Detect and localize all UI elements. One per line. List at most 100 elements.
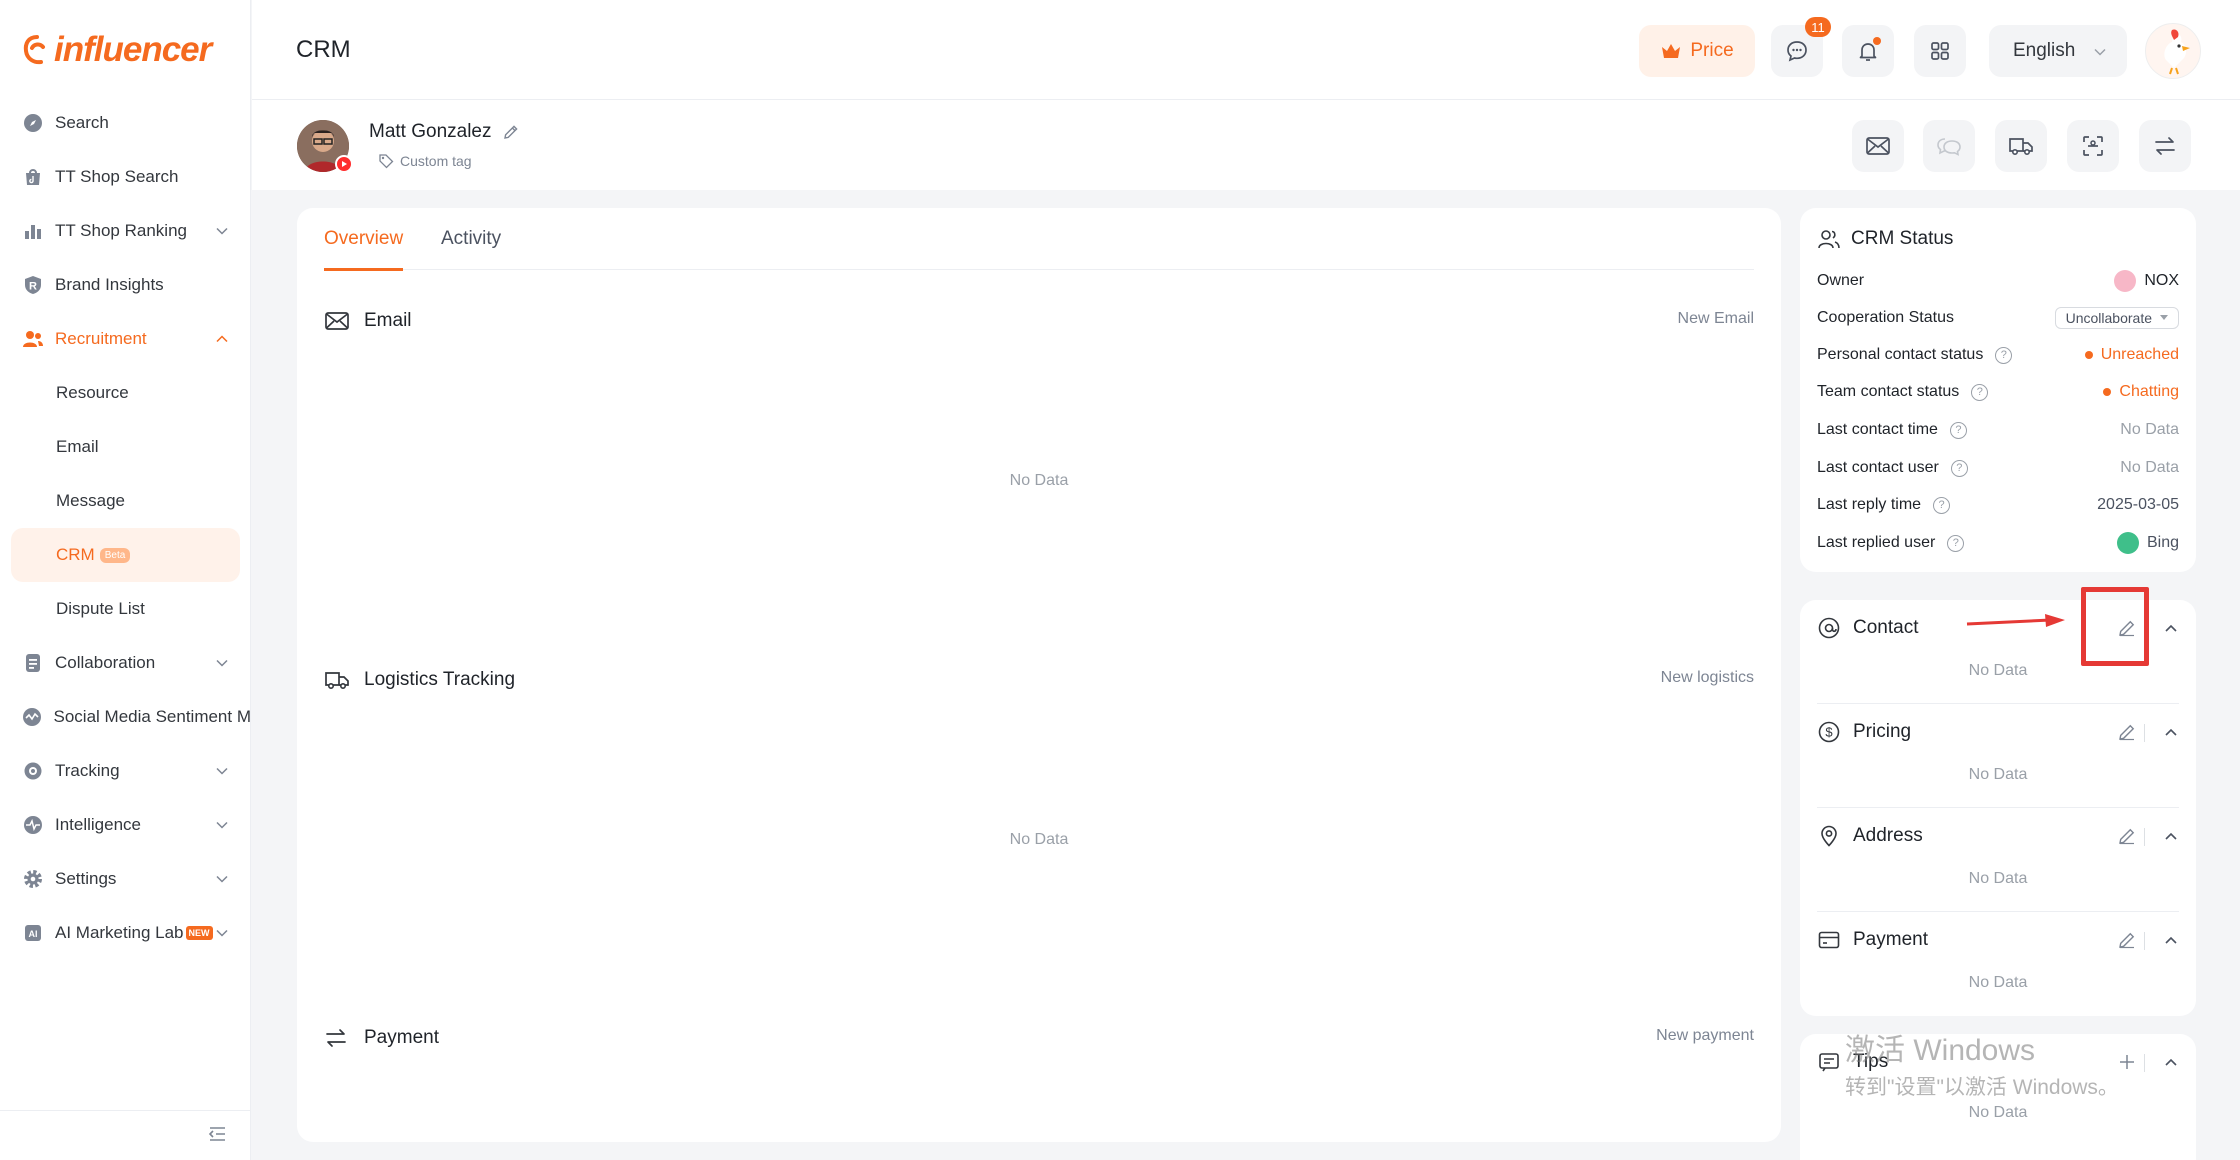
sidebar-item-tt-shop-search[interactable]: TT Shop Search: [0, 150, 251, 204]
section-title: Pricing: [1853, 721, 1912, 742]
owner-avatar: [2114, 270, 2137, 292]
sidebar-item-tracking[interactable]: Tracking: [0, 744, 251, 798]
replied-user-name: Bing: [2146, 534, 2179, 551]
svg-text:R: R: [29, 281, 37, 293]
sidebar-item-label: TT Shop Search: [55, 167, 179, 186]
sidebar-item-label: Settings: [55, 869, 117, 888]
annotation-arrow-icon: [1966, 614, 2065, 627]
edit-pencil-icon: [2119, 724, 2135, 741]
edit-payment-button[interactable]: [2117, 930, 2137, 950]
new-email-link[interactable]: New Email: [1678, 310, 1754, 328]
status-text: Chatting: [2119, 383, 2179, 400]
edit-pricing-button[interactable]: [2117, 722, 2137, 742]
swap-arrows-icon: [324, 1025, 350, 1051]
row-label: Owner: [1817, 272, 1865, 289]
collapse-payment-button[interactable]: [2163, 932, 2179, 948]
crm-status-title-text: CRM Status: [1851, 228, 1954, 249]
collapse-tips-button[interactable]: [2163, 1054, 2179, 1070]
sidebar-divider: [0, 1110, 251, 1111]
new-payment-link[interactable]: New payment: [1656, 1027, 1754, 1045]
collapse-address-button[interactable]: [2163, 828, 2179, 844]
sidebar-item-dispute-list[interactable]: Dispute List: [0, 582, 251, 636]
mail-icon: [1866, 137, 1890, 155]
chevron-up-icon: [2165, 1058, 2177, 1066]
mail-icon: [324, 308, 350, 334]
sidebar-item-settings[interactable]: Settings: [0, 852, 251, 906]
transfer-button[interactable]: [2139, 120, 2191, 172]
chevron-up-icon: [2165, 728, 2177, 736]
last-replied-user-value: Bing: [2116, 532, 2179, 554]
divider: [2144, 724, 2145, 742]
chevron-up-icon: [2165, 624, 2177, 632]
help-icon[interactable]: ?: [1950, 459, 1968, 477]
send-message-button[interactable]: [1923, 120, 1975, 172]
section-title: Logistics Tracking: [364, 669, 516, 690]
sidebar-item-collaboration[interactable]: Collaboration: [0, 636, 251, 690]
help-icon[interactable]: ?: [1995, 346, 2013, 364]
section-title: Email: [364, 310, 412, 331]
sidebar-item-label: Email: [56, 437, 99, 456]
notifications-button[interactable]: [1842, 25, 1894, 77]
sidebar-item-label: CRM: [56, 545, 95, 564]
status-row-cooperation: Cooperation Status Uncollaborate: [1817, 304, 2179, 332]
last-contact-time-value: No Data: [2120, 421, 2179, 438]
beta-badge: Beta: [99, 547, 131, 563]
edit-pencil-icon: [2119, 828, 2135, 845]
chevron-up-icon: [2165, 832, 2177, 840]
cooperation-status-select[interactable]: Uncollaborate: [2054, 307, 2179, 329]
logo-swirl-icon: [23, 35, 45, 65]
team-contact-value: Chatting: [2103, 383, 2179, 401]
top-bar: CRM Price 11 English: [252, 0, 2240, 100]
sidebar-item-label: Resource: [56, 383, 129, 402]
sidebar-item-resource[interactable]: Resource: [0, 366, 251, 420]
status-row-last-contact-user: Last contact user ? No Data: [1817, 454, 2179, 482]
status-row-last-reply-time: Last reply time ? 2025-03-05: [1817, 491, 2179, 519]
tab-overview[interactable]: Overview: [324, 228, 404, 271]
sidebar-item-ai-marketing-lab[interactable]: AI AI Marketing Lab NEW: [0, 906, 251, 960]
sidebar-item-intelligence[interactable]: Intelligence: [0, 798, 251, 852]
scan-button[interactable]: [2067, 120, 2119, 172]
messages-button[interactable]: 11: [1771, 17, 1831, 77]
send-email-button[interactable]: [1852, 120, 1904, 172]
language-select[interactable]: English: [1989, 25, 2127, 77]
sidebar-item-brand-insights[interactable]: R Brand Insights: [0, 258, 251, 312]
custom-tag-button[interactable]: Custom tag: [378, 153, 472, 169]
apps-button[interactable]: [1914, 25, 1966, 77]
help-icon[interactable]: ?: [1971, 383, 1989, 401]
tag-icon: [379, 154, 394, 169]
edit-address-button[interactable]: [2117, 826, 2137, 846]
payment-info-section: Payment No Data: [1817, 912, 2179, 1016]
sidebar-item-email[interactable]: Email: [0, 420, 251, 474]
collapse-contact-button[interactable]: [2163, 620, 2179, 636]
collapse-sidebar-button[interactable]: [206, 1124, 228, 1144]
user-avatar[interactable]: [2145, 23, 2201, 79]
add-tip-button[interactable]: [2117, 1052, 2137, 1072]
sidebar-item-crm[interactable]: CRM Beta: [11, 528, 240, 582]
app-logo[interactable]: influencer: [22, 30, 212, 70]
help-icon[interactable]: ?: [1933, 496, 1951, 514]
pricing-section: $ Pricing No Data: [1817, 704, 2179, 808]
sidebar-item-tt-shop-ranking[interactable]: TT Shop Ranking: [0, 204, 251, 258]
annotation-highlight-box: [2081, 587, 2149, 666]
sidebar-item-recruitment[interactable]: Recruitment: [0, 312, 251, 366]
sidebar-item-social-media-sentiment[interactable]: Social Media Sentiment M: [0, 690, 251, 744]
sidebar-item-search[interactable]: Search: [0, 96, 251, 150]
sidebar-item-message[interactable]: Message: [0, 474, 251, 528]
price-label: Price: [1690, 40, 1734, 61]
help-icon[interactable]: ?: [1949, 421, 1967, 439]
tab-activity[interactable]: Activity: [441, 228, 501, 268]
watermark-line-2: 转到"设置"以激活 Windows。: [1845, 1076, 2119, 1099]
edit-pencil-icon[interactable]: [502, 123, 520, 141]
owner-value[interactable]: NOX: [2114, 270, 2179, 292]
chevron-down-icon: [216, 875, 228, 883]
help-icon[interactable]: ?: [1947, 534, 1965, 552]
sidebar-item-label: Brand Insights: [55, 275, 164, 294]
section-title: Payment: [364, 1027, 439, 1048]
divider: [2144, 1054, 2145, 1072]
sidebar-item-label: Dispute List: [56, 599, 145, 618]
logistics-button[interactable]: [1995, 120, 2047, 172]
price-button[interactable]: Price: [1639, 25, 1755, 77]
new-logistics-link[interactable]: New logistics: [1661, 669, 1754, 687]
collapse-pricing-button[interactable]: [2163, 724, 2179, 740]
logo-text: influencer: [54, 30, 212, 69]
